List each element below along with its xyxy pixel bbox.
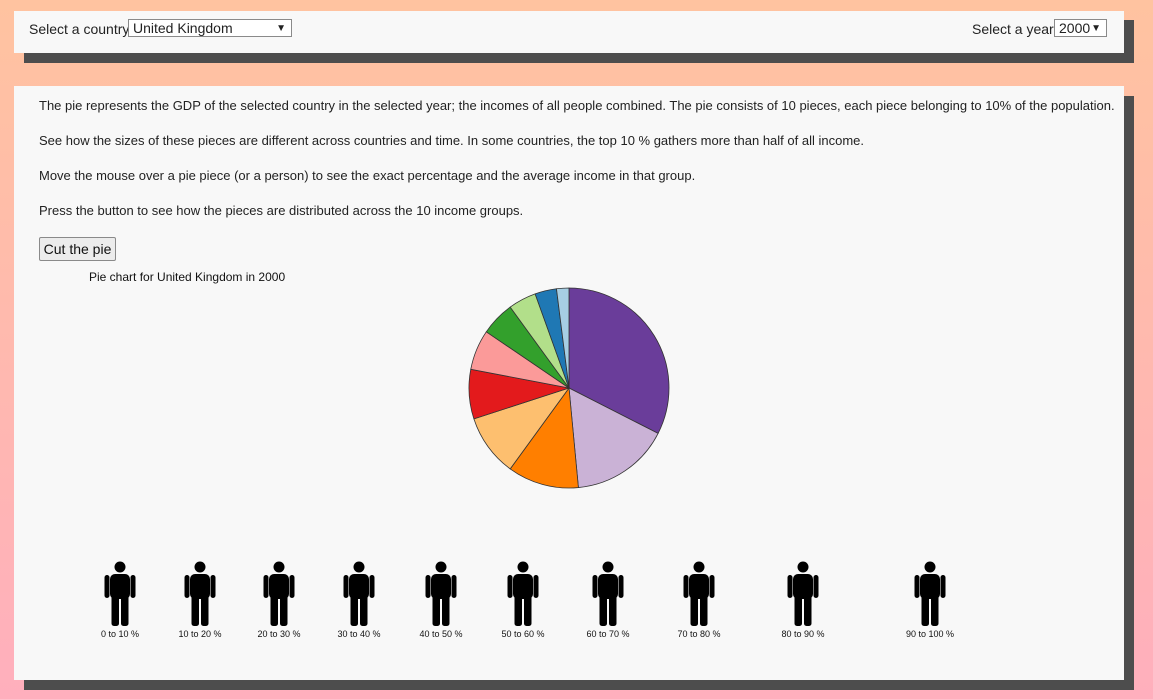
intro-paragraph-4: Press the button to see how the pieces a…	[39, 203, 524, 218]
chevron-down-icon: ▼	[1091, 23, 1101, 34]
year-select-label: Select a year:	[972, 21, 1058, 37]
person-label: 90 to 100 %	[905, 629, 955, 639]
chevron-down-icon: ▼	[276, 23, 286, 34]
person-label: 10 to 20 %	[178, 629, 222, 639]
person-icon	[263, 561, 295, 626]
person-icon	[914, 561, 946, 626]
person-icon	[425, 561, 457, 626]
person-label: 60 to 70 %	[586, 629, 630, 639]
person-2[interactable]: 10 to 20 %	[170, 561, 230, 639]
person-icon	[184, 561, 216, 626]
person-8[interactable]: 70 to 80 %	[669, 561, 729, 639]
person-icon	[343, 561, 375, 626]
country-select-label: Select a country:	[29, 21, 134, 37]
person-icon	[104, 561, 136, 626]
person-4[interactable]: 30 to 40 %	[329, 561, 389, 639]
person-label: 70 to 80 %	[677, 629, 721, 639]
year-select-value: 2000	[1059, 20, 1091, 36]
country-select[interactable]: United Kingdom ▼	[128, 19, 292, 37]
person-label: 0 to 10 %	[100, 629, 140, 639]
person-1[interactable]: 0 to 10 %	[90, 561, 150, 639]
person-icon	[507, 561, 539, 626]
person-10[interactable]: 90 to 100 %	[900, 561, 960, 639]
year-select[interactable]: 2000 ▼	[1054, 19, 1107, 37]
pie-chart	[468, 287, 670, 489]
person-icon	[683, 561, 715, 626]
person-3[interactable]: 20 to 30 %	[249, 561, 309, 639]
person-label: 20 to 30 %	[257, 629, 301, 639]
main-panel: The pie represents the GDP of the select…	[14, 86, 1124, 680]
cut-pie-button[interactable]: Cut the pie	[39, 237, 116, 261]
person-5[interactable]: 40 to 50 %	[411, 561, 471, 639]
person-label: 50 to 60 %	[501, 629, 545, 639]
person-icon	[787, 561, 819, 626]
person-label: 80 to 90 %	[781, 629, 825, 639]
intro-paragraph-3: Move the mouse over a pie piece (or a pe…	[39, 168, 696, 183]
person-label: 40 to 50 %	[419, 629, 463, 639]
country-select-value: United Kingdom	[133, 20, 233, 36]
chart-title: Pie chart for United Kingdom in 2000	[89, 270, 286, 284]
person-7[interactable]: 60 to 70 %	[578, 561, 638, 639]
person-label: 30 to 40 %	[337, 629, 381, 639]
person-9[interactable]: 80 to 90 %	[773, 561, 833, 639]
intro-paragraph-1: The pie represents the GDP of the select…	[39, 98, 1115, 113]
person-6[interactable]: 50 to 60 %	[493, 561, 553, 639]
person-icon	[592, 561, 624, 626]
controls-panel: Select a country: United Kingdom ▼ Selec…	[14, 11, 1124, 53]
intro-paragraph-2: See how the sizes of these pieces are di…	[39, 133, 864, 148]
